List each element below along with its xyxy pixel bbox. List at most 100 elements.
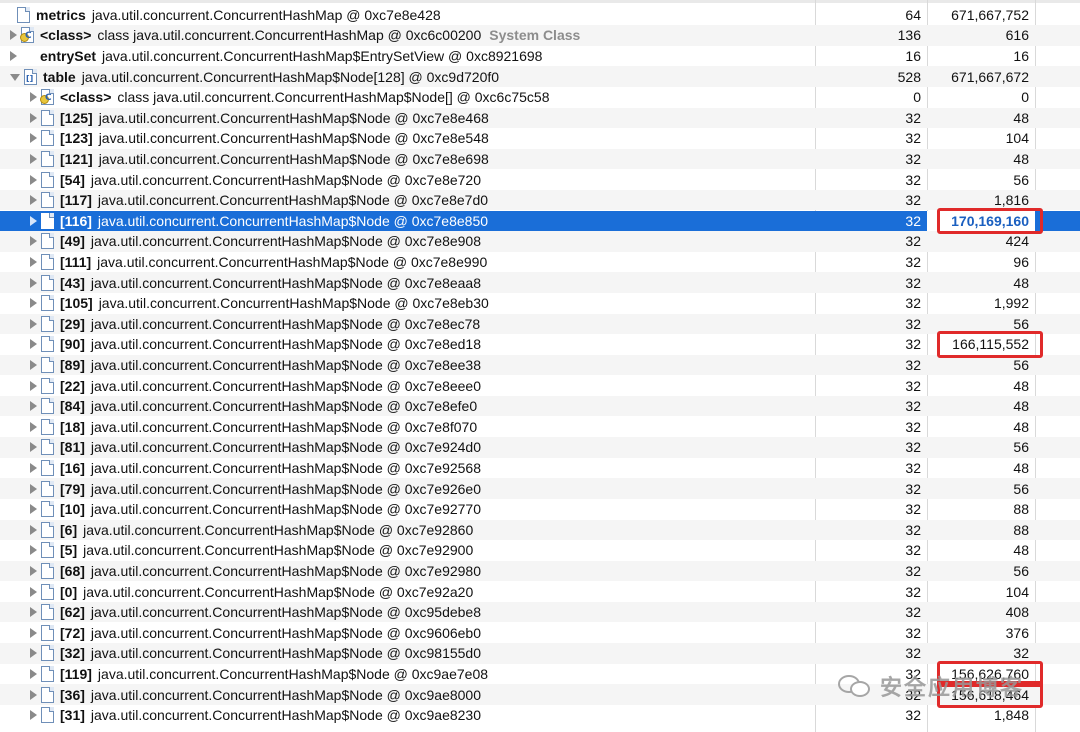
field-name: [16]: [60, 459, 85, 476]
collapsed-arrow-icon[interactable]: [30, 153, 37, 164]
row-name-cell: [89] java.util.concurrent.ConcurrentHashM…: [0, 355, 845, 376]
table-row[interactable]: [111] java.util.concurrent.ConcurrentHash…: [0, 252, 1080, 273]
collapsed-arrow-icon[interactable]: [30, 92, 37, 103]
table-row[interactable]: [116] java.util.concurrent.ConcurrentHash…: [0, 210, 1080, 232]
collapsed-arrow-icon[interactable]: [30, 112, 37, 123]
object-instance-icon: [41, 315, 54, 332]
object-instance-icon: [41, 377, 54, 394]
table-row[interactable]: [89] java.util.concurrent.ConcurrentHashM…: [0, 354, 1080, 376]
table-row[interactable]: [5] java.util.concurrent.ConcurrentHashMa…: [0, 540, 1080, 561]
class-object-icon: C: [20, 27, 34, 44]
collapsed-arrow-icon[interactable]: [30, 359, 37, 370]
row-name-cell: [49] java.util.concurrent.ConcurrentHashM…: [0, 231, 845, 252]
object-description: class java.util.concurrent.ConcurrentHas…: [97, 27, 482, 44]
collapsed-arrow-icon[interactable]: [30, 648, 37, 659]
table-row[interactable]: [18] java.util.concurrent.ConcurrentHashM…: [0, 417, 1080, 438]
collapsed-arrow-icon[interactable]: [30, 133, 37, 144]
collapsed-arrow-icon[interactable]: [30, 442, 37, 453]
retained-heap-cell: 616: [1005, 27, 1029, 44]
object-description: java.util.concurrent.ConcurrentHashMap$N…: [90, 480, 482, 497]
collapsed-arrow-icon[interactable]: [30, 524, 37, 535]
row-name-cell: [90] java.util.concurrent.ConcurrentHashM…: [0, 334, 845, 355]
table-row[interactable]: [6] java.util.concurrent.ConcurrentHashMa…: [0, 519, 1080, 541]
table-row[interactable]: entrySet java.util.concurrent.ConcurrentH…: [0, 46, 1080, 67]
table-row[interactable]: [81] java.util.concurrent.ConcurrentHashM…: [0, 437, 1080, 458]
collapsed-arrow-icon[interactable]: [30, 236, 37, 247]
table-row[interactable]: [125] java.util.concurrent.ConcurrentHash…: [0, 107, 1080, 129]
collapsed-arrow-icon[interactable]: [30, 256, 37, 267]
table-row[interactable]: [54] java.util.concurrent.ConcurrentHashM…: [0, 169, 1080, 190]
table-row[interactable]: C <class> class java.util.concurrent.Concu…: [0, 87, 1080, 108]
table-row[interactable]: [62] java.util.concurrent.ConcurrentHashM…: [0, 601, 1080, 623]
collapsed-arrow-icon[interactable]: [30, 462, 37, 473]
object-instance-icon: [41, 109, 54, 126]
table-row[interactable]: [] table java.util.concurrent.ConcurrentHa…: [0, 66, 1080, 87]
table-row[interactable]: metrics java.util.concurrent.ConcurrentHa…: [0, 5, 1080, 26]
collapsed-arrow-icon[interactable]: [30, 545, 37, 556]
shallow-heap-cell: 32: [905, 398, 921, 415]
table-row[interactable]: [90] java.util.concurrent.ConcurrentHashM…: [0, 334, 1080, 355]
object-description: java.util.concurrent.ConcurrentHashMap$N…: [81, 68, 500, 85]
collapsed-arrow-icon[interactable]: [30, 668, 37, 679]
table-row[interactable]: [22] java.util.concurrent.ConcurrentHashM…: [0, 375, 1080, 396]
collapsed-arrow-icon[interactable]: [30, 174, 37, 185]
table-row[interactable]: [10] java.util.concurrent.ConcurrentHashM…: [0, 499, 1080, 520]
collapsed-arrow-icon[interactable]: [30, 195, 37, 206]
table-row[interactable]: [32] java.util.concurrent.ConcurrentHashM…: [0, 643, 1080, 664]
collapsed-arrow-icon[interactable]: [10, 50, 17, 61]
table-row[interactable]: [43] java.util.concurrent.ConcurrentHashM…: [0, 272, 1080, 293]
object-description: java.util.concurrent.ConcurrentHashMap$N…: [90, 233, 482, 250]
table-row[interactable]: [117] java.util.concurrent.ConcurrentHash…: [0, 189, 1080, 211]
table-row[interactable]: [49] java.util.concurrent.ConcurrentHashM…: [0, 231, 1080, 252]
table-row[interactable]: [121] java.util.concurrent.ConcurrentHash…: [0, 148, 1080, 170]
watermark: 安全应用博客: [838, 668, 1070, 704]
table-row[interactable]: C <class> class java.util.concurrent.Concu…: [0, 25, 1080, 46]
collapsed-arrow-icon[interactable]: [30, 421, 37, 432]
collapsed-arrow-icon[interactable]: [30, 627, 37, 638]
shallow-heap-cell: 32: [905, 253, 921, 270]
collapsed-arrow-icon[interactable]: [30, 380, 37, 391]
retained-heap-cell: 48: [1013, 150, 1029, 167]
collapsed-arrow-icon[interactable]: [30, 339, 37, 350]
table-row[interactable]: [0] java.util.concurrent.ConcurrentHashMa…: [0, 581, 1080, 602]
collapsed-arrow-icon[interactable]: [30, 215, 37, 226]
collapsed-arrow-icon[interactable]: [30, 483, 37, 494]
object-description: java.util.concurrent.ConcurrentHashMap$N…: [90, 274, 482, 291]
collapsed-arrow-icon[interactable]: [30, 318, 37, 329]
collapsed-arrow-icon[interactable]: [30, 689, 37, 700]
table-row[interactable]: [72] java.util.concurrent.ConcurrentHashM…: [0, 623, 1080, 644]
collapsed-arrow-icon[interactable]: [30, 298, 37, 309]
field-name: [29]: [60, 315, 85, 332]
field-name: [18]: [60, 418, 85, 435]
field-name: [89]: [60, 356, 85, 373]
object-description: java.util.concurrent.ConcurrentHashMap$N…: [90, 562, 482, 579]
object-instance-icon: [41, 418, 54, 435]
table-row[interactable]: [84] java.util.concurrent.ConcurrentHashM…: [0, 395, 1080, 417]
table-row[interactable]: [123] java.util.concurrent.ConcurrentHash…: [0, 128, 1080, 149]
table-row[interactable]: [79] java.util.concurrent.ConcurrentHashM…: [0, 478, 1080, 499]
collapsed-arrow-icon[interactable]: [30, 401, 37, 412]
retained-heap-cell: 56: [1013, 356, 1029, 373]
retained-heap-cell: 16: [1013, 47, 1029, 64]
table-row[interactable]: [29] java.util.concurrent.ConcurrentHashM…: [0, 313, 1080, 335]
shallow-heap-cell: 32: [905, 150, 921, 167]
row-name-cell: [54] java.util.concurrent.ConcurrentHashM…: [0, 169, 845, 190]
system-class-label: System Class: [489, 27, 581, 44]
collapsed-arrow-icon[interactable]: [30, 586, 37, 597]
table-row[interactable]: [16] java.util.concurrent.ConcurrentHashM…: [0, 458, 1080, 479]
table-row[interactable]: [68] java.util.concurrent.ConcurrentHashM…: [0, 560, 1080, 582]
retained-heap-cell: 376: [1005, 624, 1029, 641]
shallow-heap-cell: 32: [905, 295, 921, 312]
expanded-arrow-icon[interactable]: [10, 74, 20, 82]
table-row[interactable]: [31] java.util.concurrent.ConcurrentHashM…: [0, 705, 1080, 726]
table-row[interactable]: [105] java.util.concurrent.ConcurrentHash…: [0, 293, 1080, 314]
collapsed-arrow-icon[interactable]: [30, 607, 37, 618]
shallow-heap-cell: 16: [905, 47, 921, 64]
object-description: java.util.concurrent.ConcurrentHashMap$N…: [83, 521, 474, 538]
collapsed-arrow-icon[interactable]: [30, 565, 37, 576]
retained-heap-cell: 48: [1013, 377, 1029, 394]
collapsed-arrow-icon[interactable]: [30, 277, 37, 288]
collapsed-arrow-icon[interactable]: [30, 710, 37, 721]
collapsed-arrow-icon[interactable]: [10, 30, 17, 41]
collapsed-arrow-icon[interactable]: [30, 504, 37, 515]
